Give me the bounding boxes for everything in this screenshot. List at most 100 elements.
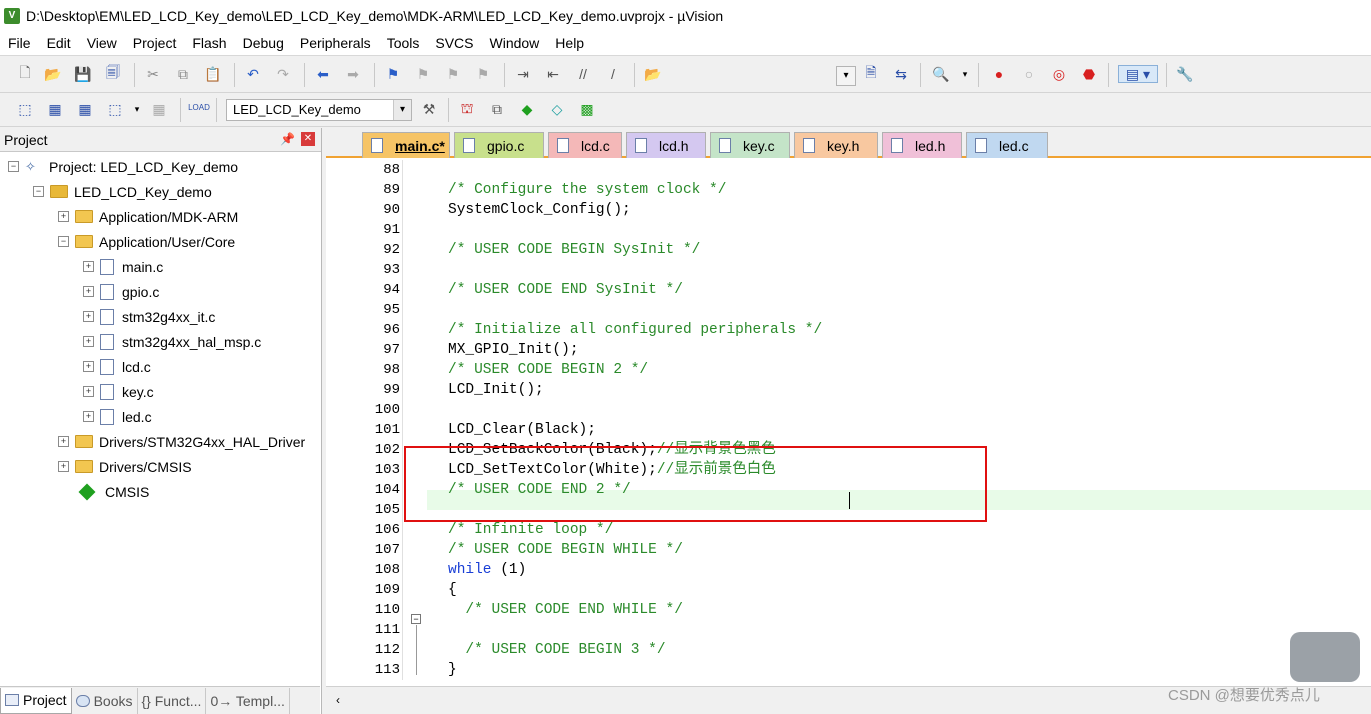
undo-icon[interactable]: ↶: [244, 65, 262, 83]
expand-icon[interactable]: +: [58, 436, 69, 447]
scroll-left-icon[interactable]: ‹: [336, 693, 340, 707]
tab-main-c[interactable]: main.c*: [362, 132, 450, 158]
cut-icon[interactable]: ✂: [144, 65, 162, 83]
chat-bubble-icon[interactable]: [1290, 632, 1360, 682]
configure-icon[interactable]: 🔧: [1176, 65, 1194, 83]
unindent-icon[interactable]: ⇤: [544, 65, 562, 83]
previous-bookmark-icon[interactable]: ⚑: [414, 65, 432, 83]
collapse-icon[interactable]: −: [8, 161, 19, 172]
uncomment-icon[interactable]: /: [604, 65, 622, 83]
expand-icon[interactable]: +: [58, 461, 69, 472]
new-file-icon[interactable]: 🗋: [16, 64, 34, 83]
target-select[interactable]: LED_LCD_Key_demo ▾: [226, 99, 412, 121]
menu-project[interactable]: Project: [125, 35, 185, 51]
fold-collapse-icon[interactable]: −: [411, 614, 421, 624]
stop-build-icon[interactable]: ▦: [150, 100, 168, 118]
navigate-forward-icon[interactable]: ➡: [344, 65, 362, 83]
expand-icon[interactable]: +: [58, 211, 69, 222]
options-for-target-icon[interactable]: ⚒: [420, 100, 438, 118]
disable-all-breakpoints-icon[interactable]: ◎: [1050, 65, 1068, 83]
tab-led-c[interactable]: led.c: [966, 132, 1048, 158]
paste-icon[interactable]: 📋: [204, 65, 222, 83]
tab-lcd-c[interactable]: lcd.c: [548, 132, 622, 158]
find-dropdown[interactable]: ▾: [836, 66, 856, 86]
pack-installer-icon[interactable]: ◇: [548, 100, 566, 118]
tab-key-c[interactable]: key.c: [710, 132, 790, 158]
code-editor[interactable]: 88 89 90 91 92 93 94 95 96 97 98 99 100 101 102 103 104 1…: [330, 160, 1371, 680]
tree-item-folder[interactable]: − Application/User/Core: [58, 229, 235, 254]
tab-lcd-h[interactable]: lcd.h: [626, 132, 706, 158]
expand-icon[interactable]: +: [83, 336, 94, 347]
tree-item-project[interactable]: − ✧ Project: LED_LCD_Key_demo: [8, 154, 238, 179]
chevron-down-icon[interactable]: ▾: [956, 65, 974, 83]
find-icon[interactable]: 🗎: [862, 64, 880, 83]
download-icon[interactable]: LOAD: [188, 98, 210, 116]
menu-svcs[interactable]: SVCS: [427, 35, 481, 51]
tree-item-file[interactable]: + led.c: [83, 404, 152, 429]
clear-bookmarks-icon[interactable]: ⚑: [474, 65, 492, 83]
tree-item-file[interactable]: + main.c: [83, 254, 163, 279]
menu-flash[interactable]: Flash: [184, 35, 234, 51]
debug-session-icon[interactable]: 🔍: [932, 65, 950, 83]
build-icon[interactable]: ▦: [46, 100, 64, 118]
expand-icon[interactable]: +: [83, 386, 94, 397]
rebuild-icon[interactable]: ▦: [76, 100, 94, 118]
save-icon[interactable]: 💾: [74, 65, 92, 83]
pin-icon[interactable]: 📌: [280, 132, 295, 146]
select-packs-icon[interactable]: ⧉: [488, 100, 506, 118]
menu-edit[interactable]: Edit: [39, 35, 79, 51]
tree-item-folder[interactable]: + Application/MDK-ARM: [58, 204, 238, 229]
expand-icon[interactable]: +: [83, 286, 94, 297]
menu-peripherals[interactable]: Peripherals: [292, 35, 379, 51]
expand-icon[interactable]: +: [83, 411, 94, 422]
window-layout-icon[interactable]: ▤ ▾: [1118, 65, 1158, 83]
device-database-icon[interactable]: ▩: [578, 100, 596, 118]
expand-icon[interactable]: +: [83, 261, 94, 272]
tree-item-file[interactable]: + lcd.c: [83, 354, 151, 379]
tab-books[interactable]: Books: [72, 687, 138, 714]
close-icon[interactable]: ✕: [301, 132, 315, 146]
tab-key-h[interactable]: key.h: [794, 132, 878, 158]
save-all-icon[interactable]: 🗐: [104, 64, 122, 83]
collapse-icon[interactable]: −: [33, 186, 44, 197]
comment-icon[interactable]: //: [574, 65, 592, 83]
translate-icon[interactable]: ⬚: [16, 100, 34, 118]
expand-icon[interactable]: +: [83, 361, 94, 372]
menu-file[interactable]: File: [0, 35, 39, 51]
tab-functions[interactable]: {} Funct...: [138, 687, 207, 714]
open-file-icon[interactable]: 📂: [44, 65, 62, 83]
incremental-find-icon[interactable]: ⇆: [892, 65, 910, 83]
tree-item-file[interactable]: + stm32g4xx_hal_msp.c: [83, 329, 261, 354]
tree-item-target[interactable]: − LED_LCD_Key_demo: [33, 179, 212, 204]
indent-icon[interactable]: ⇥: [514, 65, 532, 83]
menu-debug[interactable]: Debug: [235, 35, 292, 51]
tree-item-component[interactable]: CMSIS: [78, 479, 149, 504]
next-bookmark-icon[interactable]: ⚑: [444, 65, 462, 83]
kill-all-breakpoints-icon[interactable]: ⬣: [1080, 65, 1098, 83]
tab-gpio-c[interactable]: gpio.c: [454, 132, 544, 158]
insert-breakpoint-icon[interactable]: ●: [990, 65, 1008, 83]
enable-breakpoint-icon[interactable]: ○: [1020, 65, 1038, 83]
expand-icon[interactable]: +: [83, 311, 94, 322]
bookmark-icon[interactable]: ⚑: [384, 65, 402, 83]
manage-project-items-icon[interactable]: ⛫: [458, 100, 476, 118]
find-in-files-icon[interactable]: 📂: [644, 65, 662, 83]
menu-help[interactable]: Help: [547, 35, 592, 51]
manage-run-time-environment-icon[interactable]: ◆: [518, 100, 536, 118]
batch-build-icon[interactable]: ⬚: [106, 100, 124, 118]
redo-icon[interactable]: ↷: [274, 65, 292, 83]
tree-item-file[interactable]: + gpio.c: [83, 279, 159, 304]
tree-item-file[interactable]: + stm32g4xx_it.c: [83, 304, 215, 329]
menu-window[interactable]: Window: [482, 35, 548, 51]
copy-icon[interactable]: ⧉: [174, 65, 192, 83]
tree-item-folder[interactable]: + Drivers/CMSIS: [58, 454, 192, 479]
collapse-icon[interactable]: −: [58, 236, 69, 247]
menu-view[interactable]: View: [79, 35, 125, 51]
tree-item-file[interactable]: + key.c: [83, 379, 154, 404]
chevron-down-icon[interactable]: ▾: [128, 100, 146, 118]
tree-item-folder[interactable]: + Drivers/STM32G4xx_HAL_Driver: [58, 429, 305, 454]
tab-led-h[interactable]: led.h: [882, 132, 962, 158]
tab-templates[interactable]: 0→ Templ...: [206, 687, 290, 714]
menu-tools[interactable]: Tools: [379, 35, 428, 51]
navigate-back-icon[interactable]: ⬅: [314, 65, 332, 83]
